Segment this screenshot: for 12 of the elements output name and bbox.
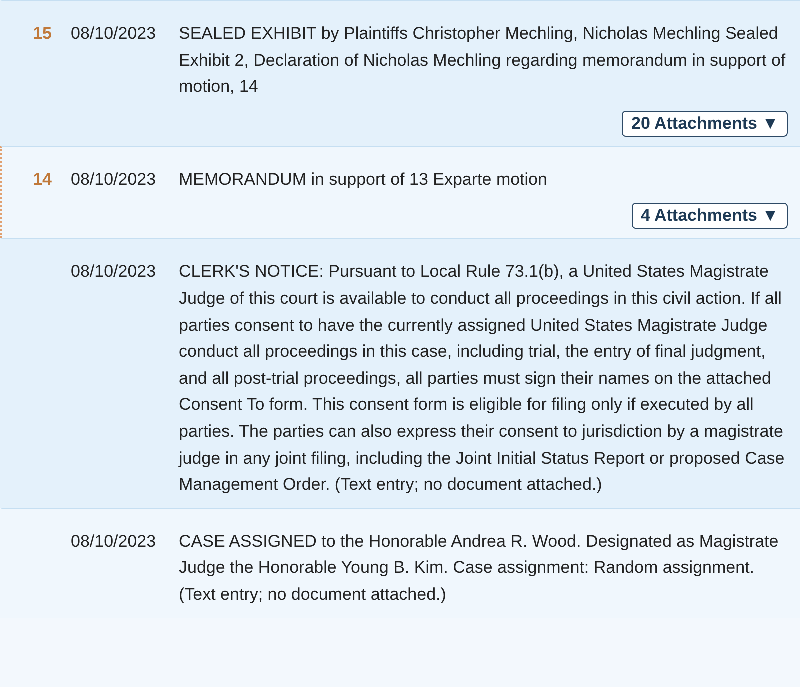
entry-description: CLERK'S NOTICE: Pursuant to Local Rule 73.1(b), a United States Magistrate Judge of this court is available to conduct all proceedings in this civil action. If all parties consent to have the currently assigned United States Magistrate Judge conduct all proceedings in this case, including trial, the entry of final judgment, and all post-trial proceedings, all parties must sign their names on the attached Consent To form. This consent form is eligible for filing only if executed by all parties. The parties can also express their consent to jurisdiction by a magistrate judge in any joint filing, including the Joint Initial Status Report or proposed Case Management Order. (Text entry; no document attached.)	[179, 261, 786, 496]
entry-description: MEMORANDUM in support of 13 Exparte motion	[179, 168, 548, 191]
entry-description: CASE ASSIGNED to the Honorable Andrea R. Wood. Designated as Magistrate Judge the Honorable Young B. Kim. Case assignment: Random assignment. (Text entry; no document attached.)	[179, 530, 780, 606]
attachments-dropdown[interactable]: 20 Attachments ▼	[622, 110, 788, 137]
entry-date: 08/10/2023	[71, 23, 158, 45]
entry-date: 08/10/2023	[71, 261, 158, 284]
entry-date: 08/10/2023	[71, 530, 158, 553]
attachments-dropdown[interactable]: 4 Attachments ▼	[632, 203, 788, 230]
entry-number: 14	[33, 170, 52, 189]
entry-description: SEALED EXHIBIT by Plaintiffs Christopher Mechling, Nicholas Mechling Sealed Exhibit 2, Declaration of Nicholas Mechling regarding memorandum in support of motion, 14	[179, 23, 787, 98]
entry-date: 08/10/2023	[71, 168, 158, 191]
entry-number: 15	[33, 24, 52, 43]
